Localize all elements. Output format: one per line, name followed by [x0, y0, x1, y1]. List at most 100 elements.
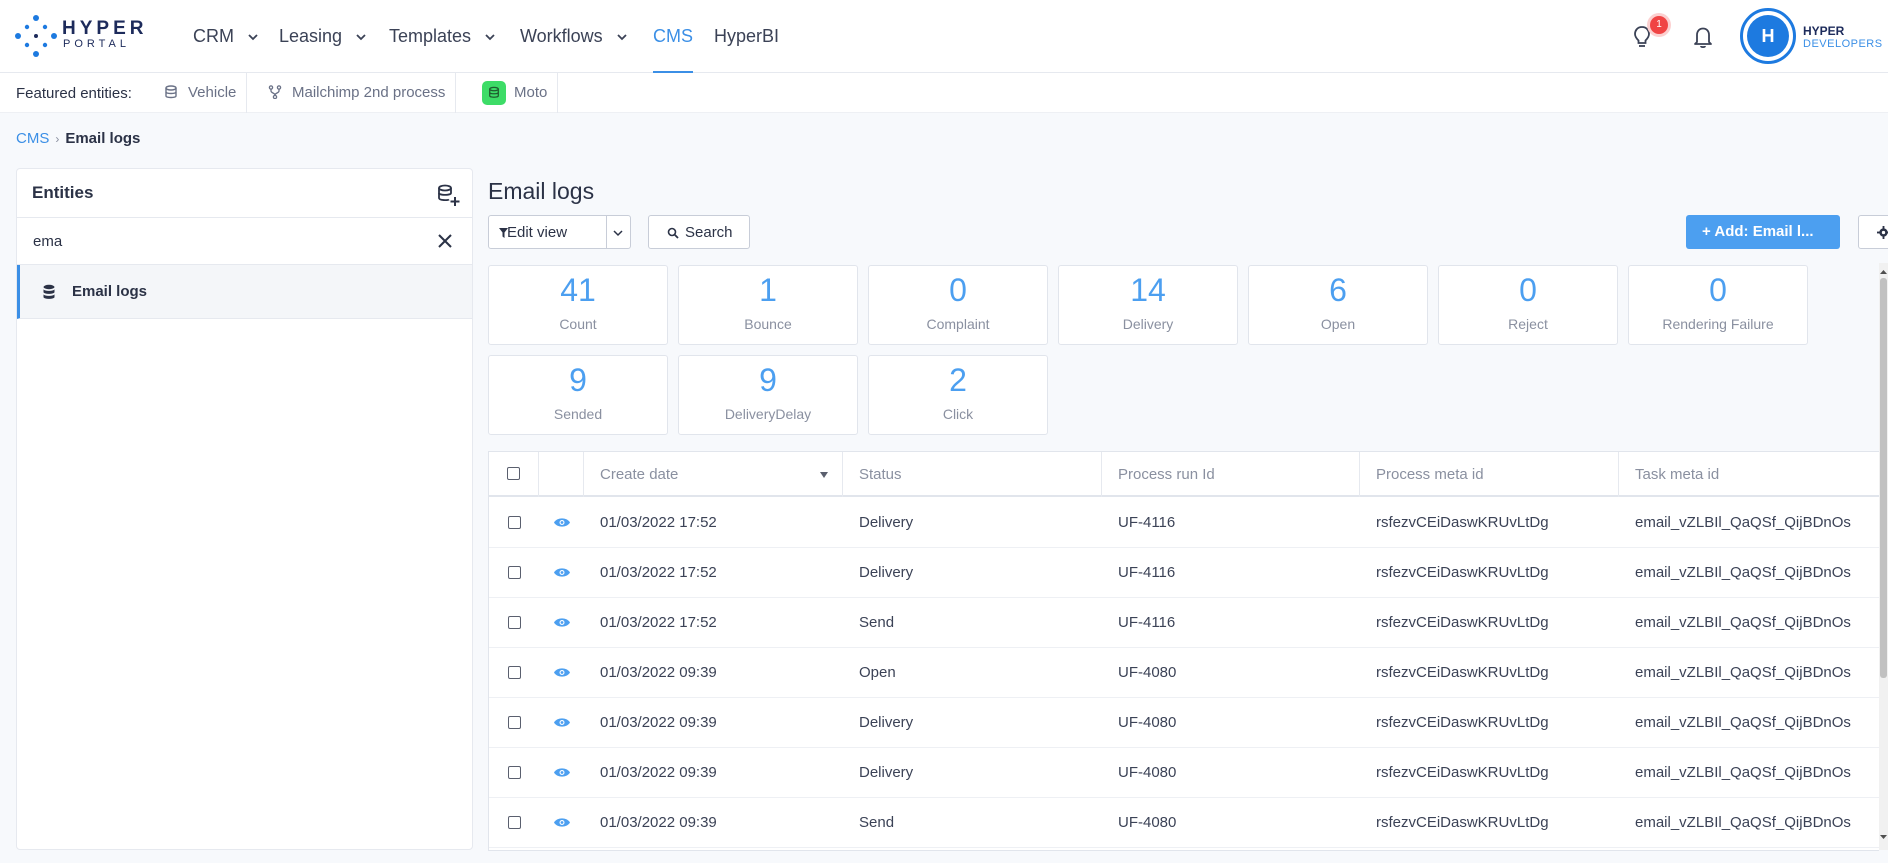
table-row[interactable]: 01/03/2022 09:39 Delivery UF-4080 rsfezv…: [489, 698, 1879, 748]
cell-task-meta-id: email_vZLBIl_QaQSf_QijBDnOs: [1635, 614, 1851, 631]
notification-badge: 1: [1650, 16, 1668, 34]
entity-item-email-logs[interactable]: Email logs: [17, 265, 472, 319]
add-email-log-button[interactable]: + Add: Email l...: [1686, 215, 1840, 249]
featured-entities-bar: Featured entities: Vehicle Mailchimp 2nd…: [0, 73, 1888, 113]
header-action-cell: [539, 452, 584, 497]
nav-templates-label: Templates: [389, 26, 472, 46]
cell-process-run-id: UF-4080: [1118, 664, 1177, 681]
featured-mailchimp-2nd-process[interactable]: Mailchimp 2nd process: [268, 73, 457, 113]
nav-templates[interactable]: Templates: [389, 0, 496, 73]
cell-task-meta-id: email_vZLBIl_QaQSf_QijBDnOs: [1635, 564, 1851, 581]
eye-icon[interactable]: [554, 617, 570, 628]
eye-icon[interactable]: [554, 817, 570, 828]
stat-label: Bounce: [744, 316, 792, 332]
chevron-down-icon: [248, 34, 258, 41]
stat-label: Count: [559, 316, 597, 332]
stat-label: Rendering Failure: [1662, 316, 1774, 332]
nav-crm-label: CRM: [193, 26, 234, 46]
row-checkbox[interactable]: [508, 616, 521, 629]
cell-process-meta-id: rsfezvCEiDaswKRUvLtDg: [1376, 664, 1549, 681]
eye-icon[interactable]: [554, 667, 570, 678]
add-button-label: + Add: Email l...: [1702, 223, 1814, 240]
cell-create-date: 01/03/2022 09:39: [600, 814, 717, 831]
column-process-run-id[interactable]: Process run Id: [1102, 452, 1360, 497]
nav-cms-label: CMS: [653, 26, 693, 46]
row-checkbox[interactable]: [508, 716, 521, 729]
eye-icon[interactable]: [554, 767, 570, 778]
search-button[interactable]: Search: [648, 215, 750, 249]
stat-label: Delivery: [1122, 316, 1174, 332]
scroll-up-icon[interactable]: [1880, 268, 1887, 276]
search-button-label: Search: [685, 224, 733, 241]
edit-view-divider: [606, 216, 607, 248]
edit-view-button[interactable]: Edit view: [488, 215, 631, 249]
cell-create-date: 01/03/2022 17:52: [600, 614, 717, 631]
cell-process-meta-id: rsfezvCEiDaswKRUvLtDg: [1376, 514, 1549, 531]
stat-value: 6: [1329, 272, 1347, 308]
table-row[interactable]: 01/03/2022 09:39 Send UF-4080 rsfezvCEiD…: [489, 798, 1879, 848]
nav-hyperbi-label: HyperBI: [714, 26, 780, 46]
cell-create-date: 01/03/2022 09:39: [600, 764, 717, 781]
nav-workflows[interactable]: Workflows: [520, 0, 628, 73]
stat-value: 0: [1709, 272, 1727, 308]
company-name: HYPER: [1803, 24, 1845, 38]
cell-status: Send: [859, 614, 895, 631]
row-checkbox[interactable]: [508, 566, 521, 579]
row-checkbox[interactable]: [508, 766, 521, 779]
column-task-meta-id-label: Task meta id: [1635, 466, 1720, 483]
eye-icon[interactable]: [554, 567, 570, 578]
add-entity-icon[interactable]: [436, 183, 460, 207]
column-status[interactable]: Status: [843, 452, 1102, 497]
stat-card-count: 41 Count: [488, 265, 668, 345]
table-row[interactable]: 01/03/2022 09:39 Delivery UF-4080 rsfezv…: [489, 748, 1879, 798]
settings-button[interactable]: [1858, 215, 1888, 249]
cell-process-run-id: UF-4116: [1118, 564, 1176, 581]
table-row[interactable]: 01/03/2022 17:52 Delivery UF-4116 rsfezv…: [489, 548, 1879, 598]
scrollbar-thumb[interactable]: [1880, 278, 1887, 678]
chevron-down-icon[interactable]: [612, 227, 624, 239]
scroll-down-icon[interactable]: [1880, 833, 1887, 841]
nav-cms[interactable]: CMS: [653, 0, 693, 73]
table-header: Create date Status Process run Id Proces…: [489, 452, 1879, 497]
column-task-meta-id[interactable]: Task meta id: [1619, 452, 1879, 497]
user-avatar[interactable]: H: [1740, 8, 1796, 64]
featured-moto[interactable]: Moto: [482, 73, 559, 113]
featured-vehicle[interactable]: Vehicle: [164, 73, 248, 113]
cell-task-meta-id: email_vZLBIl_QaQSf_QijBDnOs: [1635, 664, 1851, 681]
cell-status: Open: [859, 664, 896, 681]
entity-search-input[interactable]: ema: [17, 217, 472, 265]
stat-card-complaint: 0 Complaint: [868, 265, 1048, 345]
row-checkbox[interactable]: [508, 816, 521, 829]
eye-icon[interactable]: [554, 717, 570, 728]
cell-create-date: 01/03/2022 09:39: [600, 664, 717, 681]
row-checkbox[interactable]: [508, 666, 521, 679]
breadcrumb-cms-link[interactable]: CMS: [16, 130, 49, 147]
select-all-checkbox[interactable]: [507, 467, 520, 480]
entity-item-label: Email logs: [72, 283, 148, 300]
stat-card-click: 2 Click: [868, 355, 1048, 435]
table-row[interactable]: 01/03/2022 17:52 Delivery UF-4116 rsfezv…: [489, 498, 1879, 548]
table-row[interactable]: 01/03/2022 17:52 Send UF-4116 rsfezvCEiD…: [489, 598, 1879, 648]
top-navigation: HYPER PORTAL CRM Leasing Templates Workf…: [0, 0, 1888, 73]
column-create-date[interactable]: Create date: [584, 452, 843, 497]
table-row[interactable]: 01/03/2022 09:39 Open UF-4080 rsfezvCEiD…: [489, 648, 1879, 698]
stat-card-delivery-delay: 9 DeliveryDelay: [678, 355, 858, 435]
bell-icon[interactable]: [1692, 24, 1714, 50]
nav-crm[interactable]: CRM: [193, 0, 259, 73]
cell-create-date: 01/03/2022 17:52: [600, 514, 717, 531]
company-subname: DEVELOPERS: [1803, 38, 1883, 50]
cell-task-meta-id: email_vZLBIl_QaQSf_QijBDnOs: [1635, 514, 1851, 531]
hyper-portal-logo[interactable]: HYPER PORTAL: [14, 14, 154, 58]
nav-hyperbi[interactable]: HyperBI: [714, 0, 779, 73]
stat-card-reject: 0 Reject: [1438, 265, 1618, 345]
clear-search-icon[interactable]: [436, 232, 454, 250]
cell-create-date: 01/03/2022 09:39: [600, 714, 717, 731]
search-icon: [667, 227, 679, 239]
column-process-meta-id[interactable]: Process meta id: [1360, 452, 1619, 497]
eye-icon[interactable]: [554, 517, 570, 528]
featured-mailchimp-label: Mailchimp 2nd process: [292, 84, 446, 101]
database-icon: [43, 284, 55, 299]
column-create-date-label: Create date: [600, 466, 679, 483]
nav-leasing[interactable]: Leasing: [279, 0, 367, 73]
row-checkbox[interactable]: [508, 516, 521, 529]
